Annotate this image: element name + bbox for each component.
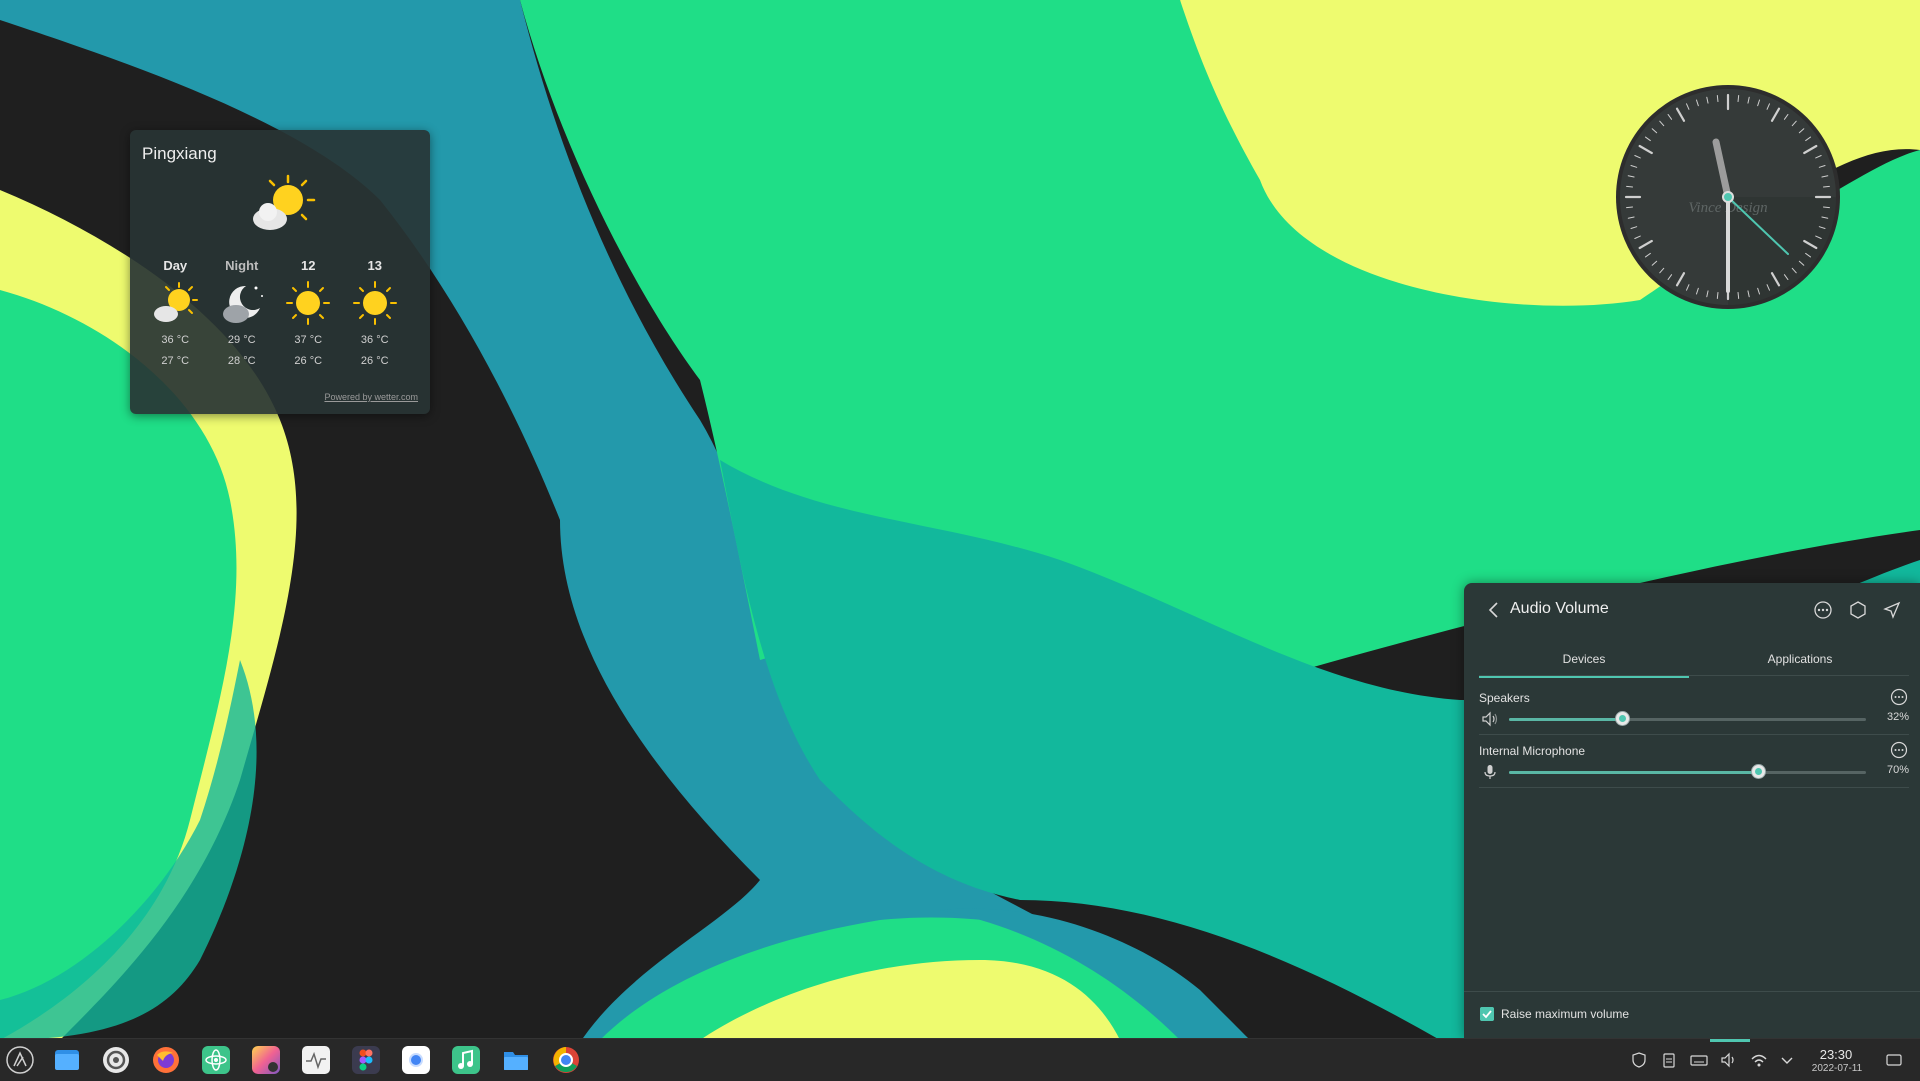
- weather-widget[interactable]: Pingxiang Day 36 °C 27 °C Night 29 °C 28…: [130, 130, 430, 414]
- clock-minute-tick: [1822, 185, 1830, 188]
- microphone-icon[interactable]: [1481, 763, 1499, 781]
- device-internal-microphone: Internal Microphone 70%: [1479, 741, 1909, 800]
- image-viewer-icon[interactable]: [251, 1045, 281, 1075]
- back-chevron-icon[interactable]: [1484, 600, 1504, 620]
- clock-minute-tick: [1716, 291, 1719, 299]
- forecast-day-13: 13 36 °C 26 °C: [343, 258, 407, 372]
- audio-panel-header: Audio Volume: [1464, 583, 1920, 637]
- partly-sunny-icon: [253, 174, 316, 230]
- sun-icon: [352, 281, 397, 325]
- device-speakers: Speakers 32%: [1479, 688, 1909, 747]
- settings-icon[interactable]: [101, 1045, 131, 1075]
- audio-volume-panel: Audio Volume Devices Applications Speake…: [1464, 583, 1920, 1038]
- chromium-icon[interactable]: [401, 1045, 431, 1075]
- device-divider: [1479, 787, 1909, 788]
- microphone-percent: 70%: [1886, 764, 1909, 776]
- taskbar-time[interactable]: 23:30: [1810, 1047, 1862, 1062]
- more-options-icon[interactable]: [1889, 740, 1909, 760]
- figma-icon[interactable]: [351, 1045, 381, 1075]
- microphone-slider[interactable]: [1509, 765, 1866, 778]
- file-manager-icon[interactable]: [52, 1045, 82, 1075]
- chrome-icon[interactable]: [551, 1045, 581, 1075]
- audio-active-indicator: [1710, 1039, 1750, 1042]
- device-name: Speakers: [1479, 691, 1530, 705]
- weather-city: Pingxiang: [142, 144, 217, 163]
- clock-minute-tick: [1626, 206, 1634, 209]
- forecast-day: Day 36 °C 27 °C: [143, 258, 207, 372]
- audio-panel-footer: Raise maximum volume: [1464, 991, 1920, 1038]
- microphone-slider-fill: [1509, 771, 1759, 774]
- clock-minute-tick: [1716, 95, 1719, 103]
- moon-cloud-icon: [222, 285, 263, 323]
- panel-title: Audio Volume: [1510, 600, 1609, 617]
- tab-applications[interactable]: Applications: [1695, 645, 1905, 675]
- weather-source-link[interactable]: Powered by wetter.com: [324, 392, 418, 402]
- taskbar: 23:30 2022-07-11: [0, 1038, 1920, 1081]
- tab-divider: [1479, 675, 1909, 676]
- volume-slider-fill: [1509, 718, 1624, 721]
- folder-icon[interactable]: [501, 1045, 531, 1075]
- device-name: Internal Microphone: [1479, 744, 1586, 758]
- volume-slider-handle[interactable]: [1616, 712, 1630, 725]
- volume-icon[interactable]: [1720, 1051, 1738, 1069]
- more-options-icon[interactable]: [1889, 687, 1909, 707]
- music-icon[interactable]: [451, 1045, 481, 1075]
- system-monitor-icon[interactable]: [301, 1045, 331, 1075]
- raise-max-volume-label: Raise maximum volume: [1501, 1007, 1630, 1021]
- keyboard-icon[interactable]: [1690, 1051, 1708, 1069]
- pin-icon[interactable]: [1880, 598, 1904, 622]
- tab-devices[interactable]: Devices: [1479, 645, 1689, 678]
- show-desktop-icon[interactable]: [1885, 1051, 1903, 1069]
- raise-max-volume-checkbox[interactable]: [1480, 1007, 1494, 1021]
- clock-minute-tick: [1626, 185, 1634, 188]
- clock-minute-tick: [1737, 95, 1740, 103]
- forecast-night: Night 29 °C 28 °C: [210, 258, 274, 372]
- volume-slider[interactable]: [1509, 712, 1866, 725]
- microphone-slider-handle[interactable]: [1751, 765, 1765, 778]
- configure-icon[interactable]: [1846, 598, 1870, 622]
- volume-percent: 32%: [1886, 711, 1909, 723]
- taskbar-date[interactable]: 2022-07-11: [1802, 1063, 1872, 1074]
- atom-icon[interactable]: [201, 1045, 231, 1075]
- sun-icon: [286, 281, 331, 325]
- audio-tabs: Devices Applications: [1479, 645, 1909, 678]
- more-options-icon[interactable]: [1811, 598, 1835, 622]
- firefox-icon[interactable]: [151, 1045, 181, 1075]
- partly-sunny-icon: [154, 282, 199, 322]
- forecast-day-12: 12 37 °C 26 °C: [276, 258, 340, 372]
- analog-clock: Vince Design: [1616, 85, 1840, 309]
- launcher-icon[interactable]: [5, 1045, 35, 1075]
- chevron-down-icon[interactable]: [1778, 1051, 1796, 1069]
- speaker-icon[interactable]: [1481, 710, 1499, 728]
- clipboard-icon[interactable]: [1660, 1051, 1678, 1069]
- clock-minute-tick: [1822, 206, 1830, 209]
- wifi-icon[interactable]: [1750, 1051, 1768, 1069]
- security-icon[interactable]: [1630, 1051, 1648, 1069]
- clock-minute-tick: [1737, 291, 1740, 299]
- device-divider: [1479, 734, 1909, 735]
